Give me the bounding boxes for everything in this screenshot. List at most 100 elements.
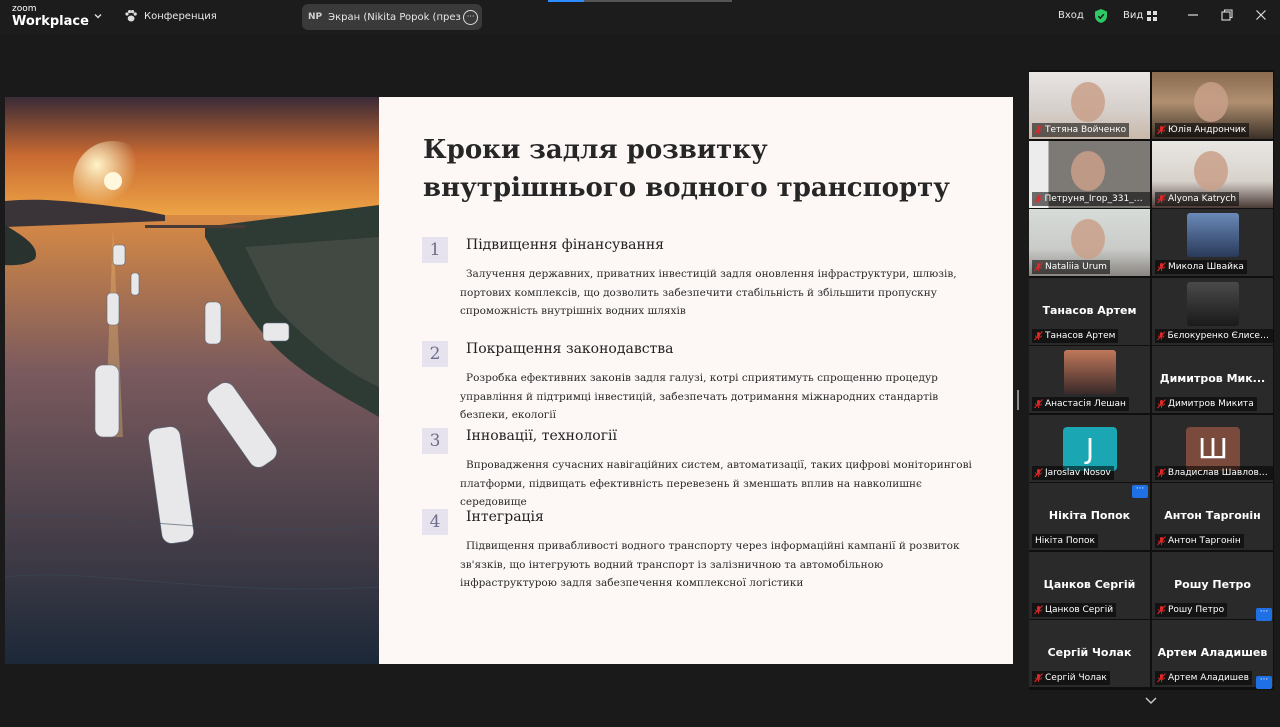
share-progress-active	[548, 0, 584, 2]
participant-display-name: Рошу Петро	[1174, 577, 1251, 591]
participant-name: Танасов Артем	[1045, 330, 1116, 341]
participant-name-label: Анастасія Лешан	[1032, 397, 1129, 411]
participant-name: Тетяна Войченко	[1045, 125, 1127, 135]
step-heading: Покращення законодавства	[466, 341, 674, 357]
participant-display-name: Антон Таргонін	[1164, 509, 1261, 522]
muted-mic-icon	[1157, 536, 1166, 546]
participant-name: Бєлокуренко Єлисей ...	[1167, 330, 1271, 341]
participant-name-label: Nataliia Urum	[1032, 260, 1110, 274]
participant-name-label: Цанков Сергій	[1032, 602, 1117, 617]
participant-tile[interactable]: Нікіта Попок Нікіта Попок ···	[1029, 483, 1150, 550]
minimize-icon[interactable]	[1186, 8, 1200, 22]
participant-tile[interactable]: Тетяна Войченко	[1029, 72, 1150, 139]
participant-display-name: Димитров Мик...	[1159, 372, 1266, 385]
participant-face	[1071, 150, 1105, 191]
participant-display-name: Танасов Артем	[1042, 303, 1137, 317]
muted-mic-icon	[1157, 399, 1166, 409]
presenter-initials: NP	[308, 12, 323, 22]
restore-icon[interactable]	[1220, 8, 1234, 22]
participant-tile[interactable]: Микола Швайка	[1152, 209, 1273, 276]
step-description: Підвищення привабливості водного транспо…	[460, 540, 960, 589]
participant-tile[interactable]: J Jaroslav Nosov	[1029, 414, 1150, 482]
participant-face	[1194, 82, 1228, 122]
muted-mic-icon	[1157, 330, 1166, 340]
step-number: 1	[422, 237, 448, 263]
participant-name-label: Юлія Андрончик	[1155, 123, 1250, 137]
close-icon[interactable]	[1254, 8, 1268, 22]
participant-tile[interactable]: Танасов Артем Танасов Артем	[1029, 277, 1150, 345]
participant-tile[interactable]: Димитров Мик... Димитров Микита	[1152, 346, 1273, 413]
muted-mic-icon	[1157, 125, 1166, 135]
participant-name-label: Владислав Шавловс...	[1155, 465, 1273, 480]
muted-mic-icon	[1157, 604, 1166, 614]
top-bar: zoom Workplace Конференция NP Экран (Nik…	[0, 0, 1280, 34]
step-number: 4	[422, 509, 448, 535]
panel-resize-handle[interactable]	[1017, 390, 1019, 410]
participant-name-label: Тетяна Войченко	[1032, 123, 1130, 137]
participant-display-name: Артем Аладишев	[1157, 646, 1268, 659]
participant-tile[interactable]: Ш Владислав Шавловс...	[1152, 414, 1273, 482]
muted-mic-icon	[1034, 193, 1043, 203]
avatar-initial: Ш	[1186, 426, 1240, 471]
participant-display-name: Цанков Сергій	[1043, 577, 1136, 591]
login-button[interactable]: Вход	[1058, 10, 1084, 21]
chevron-down-icon[interactable]	[92, 10, 104, 22]
step-heading: Підвищення фінансування	[466, 237, 665, 253]
participant-name: Артем Аладишев	[1168, 673, 1249, 683]
river-sunset-image	[5, 97, 379, 664]
paw-icon	[125, 10, 137, 22]
participant-name-label: Рошу Петро	[1155, 602, 1228, 617]
participant-name: Антон Таргонін	[1168, 536, 1241, 546]
profile-photo	[1187, 213, 1239, 257]
participant-tile[interactable]: Бєлокуренко Єлисей ...	[1152, 277, 1273, 345]
muted-mic-icon	[1157, 673, 1166, 683]
step-heading: Інновації, технології	[466, 428, 618, 444]
participant-more-button[interactable]: ···	[1132, 485, 1148, 498]
shared-screen-slide: Кроки задля розвитку внутрішнього водног…	[5, 97, 1013, 664]
muted-mic-icon	[1157, 193, 1166, 203]
participant-tile[interactable]: Юлія Андрончик	[1152, 72, 1273, 139]
participant-display-name: Сергій Чолак	[1047, 646, 1132, 659]
participant-tile[interactable]: Сергій Чолак Сергій Чолак	[1029, 620, 1150, 687]
participant-name-label: Alyona Katrych	[1155, 191, 1240, 206]
meeting-label: Конференция	[144, 10, 217, 22]
view-label: Вид	[1123, 10, 1144, 21]
participant-tile[interactable]: Анастасія Лешан	[1029, 346, 1150, 413]
step-number: 2	[422, 341, 448, 367]
muted-mic-icon	[1034, 467, 1043, 477]
profile-photo	[1064, 350, 1116, 394]
participant-tile[interactable]: Петруня_Ігор_331_УС...	[1029, 140, 1150, 208]
participant-more-button[interactable]: ···	[1256, 607, 1272, 621]
grid-view-icon	[1147, 10, 1158, 21]
participant-name: Анастасія Лешан	[1045, 399, 1126, 409]
step-description: Розробка ефективних законів задля галузі…	[460, 372, 939, 421]
muted-mic-icon	[1034, 125, 1043, 135]
participant-tile[interactable]: Цанков Сергій Цанков Сергій	[1029, 551, 1150, 619]
muted-mic-icon	[1157, 262, 1166, 272]
screen-share-label: Экран (Nikita Popok (презентац	[328, 11, 461, 23]
slide-title: Кроки задля розвитку внутрішнього водног…	[423, 135, 950, 203]
participant-tile[interactable]: Alyona Katrych	[1152, 140, 1273, 208]
avatar-initial: J	[1063, 426, 1117, 471]
participant-name: Alyona Katrych	[1168, 193, 1237, 204]
view-button[interactable]: Вид	[1123, 10, 1158, 21]
participant-tile[interactable]: Nataliia Urum	[1029, 209, 1150, 276]
more-options-icon[interactable]: ···	[463, 9, 479, 25]
screen-share-pill[interactable]: NP Экран (Nikita Popok (презентац ···	[302, 4, 482, 30]
participant-tile[interactable]: Рошу Петро Рошу Петро	[1152, 551, 1273, 619]
scroll-down-chevron-icon[interactable]	[1144, 695, 1158, 707]
participant-tile[interactable]: Антон Таргонін Антон Таргонін	[1152, 483, 1273, 550]
participant-name-label: Антон Таргонін	[1155, 534, 1244, 548]
participant-name: Юлія Андрончик	[1168, 125, 1247, 135]
participant-name-label: Нікіта Попок	[1032, 534, 1098, 548]
shield-check-icon[interactable]	[1094, 8, 1108, 24]
participant-tile[interactable]: Артем Аладишев Артем Аладишев	[1152, 620, 1273, 687]
participant-more-button[interactable]: ···	[1256, 676, 1272, 689]
muted-mic-icon	[1034, 262, 1043, 272]
meeting-info-button[interactable]: Конференция	[124, 9, 217, 23]
participant-face	[1071, 82, 1105, 122]
participant-face	[1071, 219, 1105, 259]
participant-name-label: Димитров Микита	[1155, 397, 1257, 411]
participant-name-label: Артем Аладишев	[1155, 671, 1252, 685]
participant-face	[1194, 150, 1228, 191]
